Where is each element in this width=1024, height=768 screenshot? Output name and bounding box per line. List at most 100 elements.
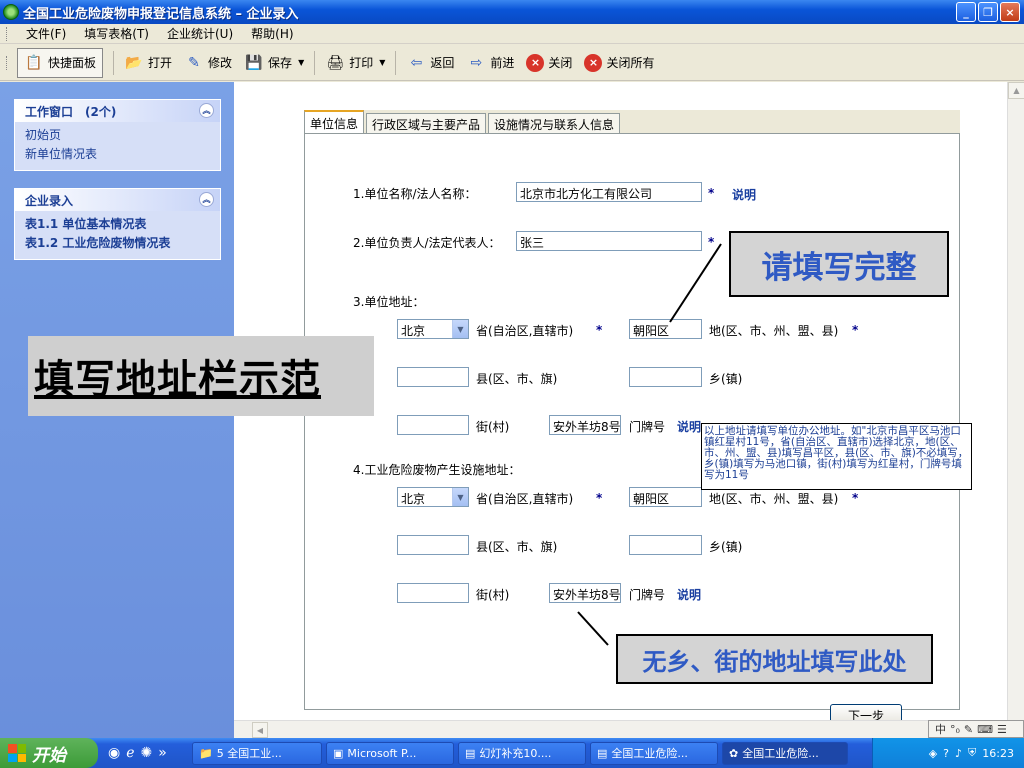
explain-link[interactable]: 说明 — [732, 186, 756, 203]
tab-strip: 单位信息 行政区域与主要产品 设施情况与联系人信息 — [304, 110, 622, 134]
task-powerpoint[interactable]: ▣ Microsoft P... — [326, 741, 454, 765]
callout-no-township: 无乡、街的地址填写此处 — [616, 634, 933, 684]
city-input[interactable]: 朝阳区 — [629, 319, 702, 339]
county-suffix: 县(区、市、旗) — [476, 372, 558, 386]
ime-punct-icon[interactable]: °₀ — [950, 723, 960, 736]
sidebar-item-table-1-2[interactable]: 表1.2 工业危险废物情况表 — [25, 234, 210, 253]
house-number-input[interactable]: 安外羊坊8号 — [549, 415, 621, 435]
tab-unit-info[interactable]: 单位信息 — [304, 110, 365, 134]
task-folder-label: 5 全国工业... — [216, 747, 282, 760]
ie-browser-icon[interactable]: ℯ — [126, 745, 134, 761]
work-window-panel: 工作窗口 (2个) ︽ 初始页 新单位情况表 — [14, 99, 221, 171]
task-word-2[interactable]: ▤ 全国工业危险... — [590, 741, 718, 765]
more-icon[interactable]: » — [158, 745, 167, 761]
facility-township-input[interactable] — [629, 535, 702, 555]
restore-button[interactable]: ❐ — [978, 2, 998, 22]
close-window-button[interactable]: × — [1000, 2, 1020, 22]
task-word-2-label: 全国工业危险... — [611, 747, 688, 760]
start-button[interactable]: 开始 — [0, 738, 98, 768]
edit-icon: ✎ — [188, 54, 200, 71]
province-select[interactable]: 北京 ▼ — [397, 319, 469, 339]
open-button[interactable]: 📂 打开 — [118, 50, 178, 76]
clock[interactable]: 16:23 — [982, 747, 1014, 760]
quick-launch: ◉ ℯ ✺ » — [108, 745, 192, 761]
menu-fill-form[interactable]: 填写表格(T) — [75, 25, 158, 42]
ime-menu-icon[interactable]: ☰ — [997, 723, 1007, 736]
close-icon: × — [526, 53, 545, 72]
edit-button[interactable]: ✎ 修改 — [178, 50, 238, 76]
forward-button[interactable]: ⇨ 前进 — [460, 50, 520, 76]
province-suffix: 省(自治区,直辖市) — [476, 492, 574, 506]
address-tooltip: 以上地址请填写单位办公地址。如"北京市昌平区马池口镇红星村11号，省(自治区、直… — [701, 423, 972, 490]
work-window-header[interactable]: 工作窗口 (2个) ︽ — [15, 100, 220, 122]
folder-icon: 📁 — [199, 746, 213, 760]
required-mark: * — [852, 491, 859, 505]
task-folder[interactable]: 📁 5 全国工业... — [192, 741, 322, 765]
sidebar-item-table-1-1[interactable]: 表1.1 单位基本情况表 — [25, 215, 210, 234]
ime-keyboard-icon[interactable]: ⌨ — [977, 723, 993, 736]
help-icon[interactable]: ? — [943, 747, 949, 760]
task-word-label: 幻灯补充10.... — [479, 747, 552, 760]
ime-toolbar[interactable]: 中 °₀ ✎ ⌨ ☰ — [928, 720, 1024, 738]
minimize-button[interactable]: _ — [956, 2, 976, 22]
facility-house-number-input[interactable]: 安外羊坊8号 — [549, 583, 621, 603]
required-mark: * — [596, 323, 603, 337]
city-suffix: 地(区、市、州、盟、县) — [709, 324, 839, 338]
window-controls: _ ❐ × — [956, 2, 1020, 22]
security-icon[interactable]: ⛨ — [968, 746, 976, 760]
tab-facility-contacts[interactable]: 设施情况与联系人信息 — [488, 113, 621, 134]
close-all-button[interactable]: × 关闭所有 — [578, 51, 660, 75]
work-window-title: 工作窗口 — [25, 104, 74, 119]
facility-street-input[interactable] — [397, 583, 469, 603]
ime-pen-icon[interactable]: ✎ — [964, 723, 973, 736]
printer-icon: 🖨 — [326, 54, 345, 71]
menu-help[interactable]: 帮助(H) — [242, 25, 302, 42]
menu-file[interactable]: 文件(F) — [17, 25, 75, 42]
legal-rep-input[interactable]: 张三 — [516, 231, 702, 251]
unit-name-input[interactable]: 北京市北方化工有限公司 — [516, 182, 702, 202]
facility-city-input[interactable]: 朝阳区 — [629, 487, 702, 507]
explain-link[interactable]: 说明 — [677, 418, 701, 435]
ime-chinese-icon[interactable]: 中 — [935, 721, 946, 737]
chevron-down-icon: ▼ — [298, 58, 305, 67]
scroll-up-icon[interactable]: ▲ — [1008, 82, 1024, 99]
explain-link[interactable]: 说明 — [677, 586, 701, 603]
street-input[interactable] — [397, 415, 469, 435]
close-all-label: 关闭所有 — [606, 56, 655, 70]
enterprise-entry-panel: 企业录入 ︽ 表1.1 单位基本情况表 表1.2 工业危险废物情况表 — [14, 188, 221, 260]
save-button[interactable]: 💾 保存 ▼ — [238, 50, 310, 76]
quick-panel-button[interactable]: 📋 快捷面板 — [17, 47, 104, 78]
tab-region-products[interactable]: 行政区域与主要产品 — [366, 113, 487, 134]
facility-county-input[interactable] — [397, 535, 469, 555]
network-icon[interactable]: ◈ — [929, 747, 937, 760]
back-button[interactable]: ⇦ 返回 — [400, 50, 460, 76]
horizontal-scrollbar[interactable]: ◀ — [234, 720, 1024, 738]
township-input[interactable] — [629, 367, 702, 387]
speaker-icon[interactable]: ♪ — [955, 747, 962, 760]
media-player-icon[interactable]: ◉ — [108, 745, 120, 761]
app-launch-icon[interactable]: ✺ — [141, 745, 153, 761]
sidebar-item-new-unit[interactable]: 新单位情况表 — [25, 145, 210, 164]
annotation-address-demo: 填写地址栏示范 — [28, 336, 374, 416]
form-frame: 单位信息 行政区域与主要产品 设施情况与联系人信息 1.单位名称/法人名称： 北… — [304, 110, 960, 726]
sidebar-item-home[interactable]: 初始页 — [25, 126, 210, 145]
windows-logo-icon — [8, 744, 26, 762]
scroll-left-icon[interactable]: ◀ — [252, 722, 268, 738]
enterprise-entry-title: 企业录入 — [25, 193, 74, 208]
facility-province-select[interactable]: 北京 ▼ — [397, 487, 469, 507]
collapse-icon[interactable]: ︽ — [199, 192, 214, 207]
tab-page-unit-info: 1.单位名称/法人名称： 北京市北方化工有限公司 * 说明 2.单位负责人/法定… — [304, 133, 960, 726]
system-tray: ◈ ? ♪ ⛨ 16:23 — [872, 738, 1024, 768]
word-icon: ▤ — [597, 746, 608, 760]
county-input[interactable] — [397, 367, 469, 387]
collapse-icon[interactable]: ︽ — [199, 103, 214, 118]
enterprise-entry-header[interactable]: 企业录入 ︽ — [15, 189, 220, 211]
close-button[interactable]: × 关闭 — [520, 51, 578, 75]
quick-panel-label: 快捷面板 — [48, 56, 97, 70]
unit-address-label: 3.单位地址： — [353, 295, 425, 309]
vertical-scrollbar[interactable]: ▲ — [1007, 82, 1024, 720]
task-active-app[interactable]: ✿ 全国工业危险... — [722, 741, 848, 765]
menu-statistics[interactable]: 企业统计(U) — [158, 25, 242, 42]
task-word[interactable]: ▤ 幻灯补充10.... — [458, 741, 586, 765]
print-button[interactable]: 🖨 打印 ▼ — [319, 50, 391, 76]
